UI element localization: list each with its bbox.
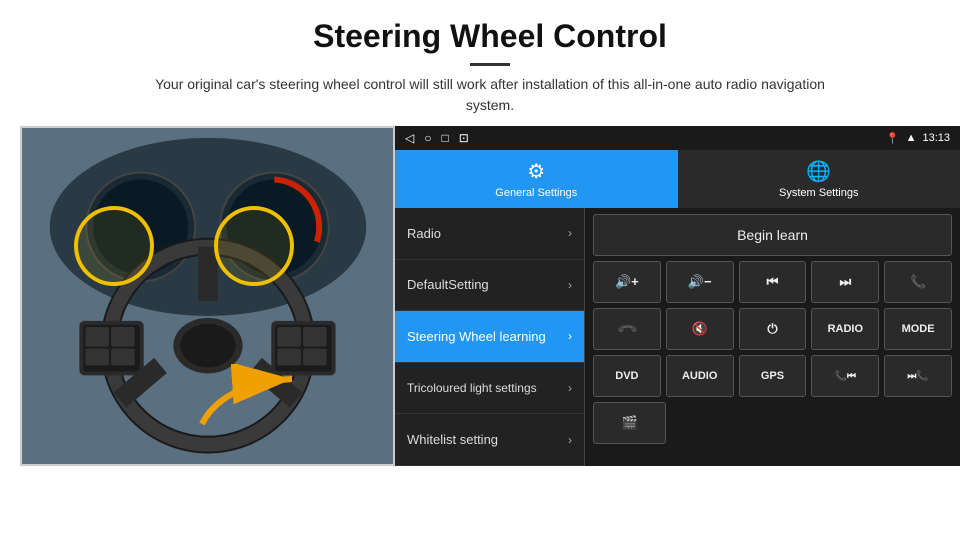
chevron-icon: › [568, 381, 572, 395]
tab-system-label: System Settings [779, 187, 858, 199]
menu-item-tricoloured[interactable]: Tricoloured light settings › [395, 363, 584, 415]
recents-icon[interactable]: □ [441, 131, 448, 145]
mute-icon: 🔇 [692, 321, 708, 337]
hangup-button[interactable]: 📞 [593, 308, 661, 350]
title-divider [470, 63, 510, 66]
control-row-4: 🎬 [593, 402, 952, 444]
audio-label: AUDIO [682, 370, 717, 382]
hangup-icon: 📞 [616, 318, 639, 341]
control-row-2: 📞 🔇 ⏻ RADIO MODE [593, 308, 952, 350]
back-icon[interactable]: ◁ [405, 131, 414, 145]
highlight-circle-left [74, 206, 154, 286]
gps-label: GPS [761, 370, 784, 382]
radio-button[interactable]: RADIO [811, 308, 879, 350]
menu-column: Radio › DefaultSetting › Steering Wheel … [395, 208, 585, 466]
settings-list: Radio › DefaultSetting › Steering Wheel … [395, 208, 960, 466]
steering-wheel-image [20, 126, 395, 466]
extra-icon: 🎬 [622, 415, 638, 431]
menu-whitelist-label: Whitelist setting [407, 432, 498, 447]
control-row-3: DVD AUDIO GPS 📞⏮ ⏭📞 [593, 355, 952, 397]
phone-button[interactable]: 📞 [884, 261, 952, 303]
begin-learn-button[interactable]: Begin learn [593, 214, 952, 256]
mode-button[interactable]: MODE [884, 308, 952, 350]
page-title: Steering Wheel Control [40, 18, 940, 55]
mode-label: MODE [902, 323, 935, 335]
page-subtitle: Your original car's steering wheel contr… [130, 74, 850, 116]
prev-track-button[interactable]: ⏮ [739, 261, 807, 303]
next-track-button[interactable]: ⏭ [811, 261, 879, 303]
menu-item-steering[interactable]: Steering Wheel learning › [395, 311, 584, 363]
menu-default-label: DefaultSetting [407, 277, 489, 292]
chevron-icon: › [568, 226, 572, 240]
general-settings-icon: ⚙ [527, 159, 545, 184]
location-icon: 📍 [886, 132, 900, 145]
menu-item-whitelist[interactable]: Whitelist setting › [395, 414, 584, 466]
vol-up-icon: 🔊+ [615, 274, 639, 290]
begin-learn-row: Begin learn [593, 214, 952, 256]
chevron-icon: › [568, 329, 572, 343]
menu-steering-label: Steering Wheel learning [407, 329, 546, 344]
power-icon: ⏻ [767, 321, 777, 337]
system-settings-icon: 🌐 [806, 159, 831, 184]
next-phone-icon: ⏭📞 [907, 371, 928, 382]
vol-down-icon: 🔊− [688, 274, 712, 290]
wifi-icon: ▲ [906, 132, 917, 144]
phone-prev-icon: 📞⏮ [835, 371, 856, 382]
tab-general-label: General Settings [495, 187, 577, 199]
controls-column: Begin learn 🔊+ 🔊− ⏮ ⏭ [585, 208, 960, 466]
screenshot-icon[interactable]: ⊡ [459, 131, 469, 145]
dvd-label: DVD [615, 370, 638, 382]
mute-button[interactable]: 🔇 [666, 308, 734, 350]
main-content: ◁ ○ □ ⊡ 📍 ▲ 13:13 ⚙ General Settings 🌐 S… [20, 126, 960, 466]
audio-button[interactable]: AUDIO [666, 355, 734, 397]
chevron-icon: › [568, 433, 572, 447]
highlight-circle-right [214, 206, 294, 286]
menu-item-radio[interactable]: Radio › [395, 208, 584, 260]
menu-tricoloured-label: Tricoloured light settings [407, 381, 537, 395]
status-right: 📍 ▲ 13:13 [886, 132, 950, 145]
radio-label: RADIO [828, 323, 863, 335]
prev-icon: ⏮ [767, 274, 779, 290]
status-bar: ◁ ○ □ ⊡ 📍 ▲ 13:13 [395, 126, 960, 150]
next-icon: ⏭ [839, 274, 851, 290]
extra-button[interactable]: 🎬 [593, 402, 666, 444]
menu-radio-label: Radio [407, 226, 441, 241]
next-phone-button[interactable]: ⏭📞 [884, 355, 952, 397]
tab-bar: ⚙ General Settings 🌐 System Settings [395, 150, 960, 208]
vol-down-button[interactable]: 🔊− [666, 261, 734, 303]
power-button[interactable]: ⏻ [739, 308, 807, 350]
nav-icons: ◁ ○ □ ⊡ [405, 131, 469, 145]
home-icon[interactable]: ○ [424, 131, 431, 145]
vol-up-button[interactable]: 🔊+ [593, 261, 661, 303]
phone-prev-button[interactable]: 📞⏮ [811, 355, 879, 397]
android-panel: ◁ ○ □ ⊡ 📍 ▲ 13:13 ⚙ General Settings 🌐 S… [395, 126, 960, 466]
gps-button[interactable]: GPS [739, 355, 807, 397]
dvd-button[interactable]: DVD [593, 355, 661, 397]
tab-system[interactable]: 🌐 System Settings [678, 150, 961, 208]
chevron-icon: › [568, 278, 572, 292]
phone-icon: 📞 [910, 274, 926, 290]
page-header: Steering Wheel Control Your original car… [0, 0, 980, 126]
arrow-indicator [192, 364, 312, 434]
time-display: 13:13 [922, 132, 950, 144]
menu-item-default[interactable]: DefaultSetting › [395, 260, 584, 312]
tab-general[interactable]: ⚙ General Settings [395, 150, 678, 208]
control-row-1: 🔊+ 🔊− ⏮ ⏭ 📞 [593, 261, 952, 303]
